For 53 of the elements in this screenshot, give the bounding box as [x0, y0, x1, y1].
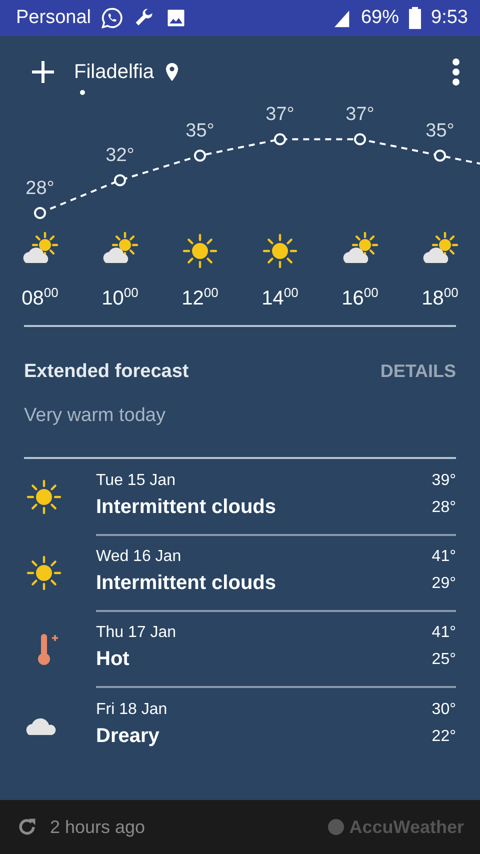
high-temp: 30° [432, 701, 456, 720]
day-condition: Intermittent clouds [96, 496, 276, 520]
day-date: Fri 18 Jan [96, 701, 168, 720]
temperature-point [354, 133, 366, 146]
add-icon[interactable] [30, 59, 56, 85]
page-indicator [80, 90, 85, 94]
details-button[interactable]: DETAILS [380, 361, 456, 382]
day-date: Thu 17 Jan [96, 624, 176, 642]
clock: 9:53 [431, 7, 468, 29]
hour-label: 08$^{00}$ [22, 285, 58, 311]
temperature-label: 32° [106, 145, 134, 166]
low-temp: 28° [432, 498, 456, 517]
section-title: Extended forecast [24, 360, 189, 383]
sun-icon [260, 231, 300, 271]
day-condition: Dreary [96, 725, 160, 748]
low-temp: 22° [432, 728, 456, 746]
last-updated: 2 hours ago [50, 816, 146, 838]
low-temp: 29° [432, 574, 456, 593]
temperature-label: 35° [426, 120, 454, 142]
temperature-label: 28° [26, 178, 54, 199]
city-name: Filadelfia [74, 60, 154, 84]
temperature-point [34, 207, 46, 219]
temperature-point [194, 150, 206, 162]
forecast-summary: Very warm today [23, 404, 166, 428]
temperature-label: 37° [266, 104, 294, 126]
temperature-label: 35° [186, 120, 214, 142]
high-temp: 39° [432, 472, 456, 490]
hour-label: 16$^{00}$ [342, 285, 378, 311]
sun-logo-icon [327, 818, 346, 836]
high-temp: 41° [432, 624, 456, 642]
hour-label: 12$^{00}$ [182, 285, 218, 311]
menu-icon[interactable] [452, 58, 460, 86]
temperature-point [114, 174, 126, 186]
day-condition: Intermittent clouds [96, 572, 276, 596]
day-date: Tue 15 Jan [96, 472, 176, 490]
high-temp: 41° [432, 548, 456, 566]
carrier-name: Personal [16, 7, 91, 29]
battery-percent: 69% [360, 7, 400, 29]
sun-icon [180, 231, 220, 271]
temperature-label: 37° [346, 104, 374, 126]
temperature-point [434, 150, 446, 162]
temperature-point [274, 133, 286, 146]
day-condition: Hot [96, 648, 130, 672]
hour-label: 18$^{00}$ [422, 285, 458, 311]
hour-label: 14$^{00}$ [262, 285, 298, 311]
low-temp: 25° [432, 650, 456, 669]
location-pin-icon [164, 63, 180, 81]
battery-icon [409, 7, 422, 29]
day-date: Wed 16 Jan [96, 548, 182, 566]
chat-icon [101, 7, 123, 29]
brand-name: AccuWeather [349, 816, 464, 838]
image-icon [165, 7, 187, 29]
hour-label: 10$^{00}$ [102, 285, 138, 311]
